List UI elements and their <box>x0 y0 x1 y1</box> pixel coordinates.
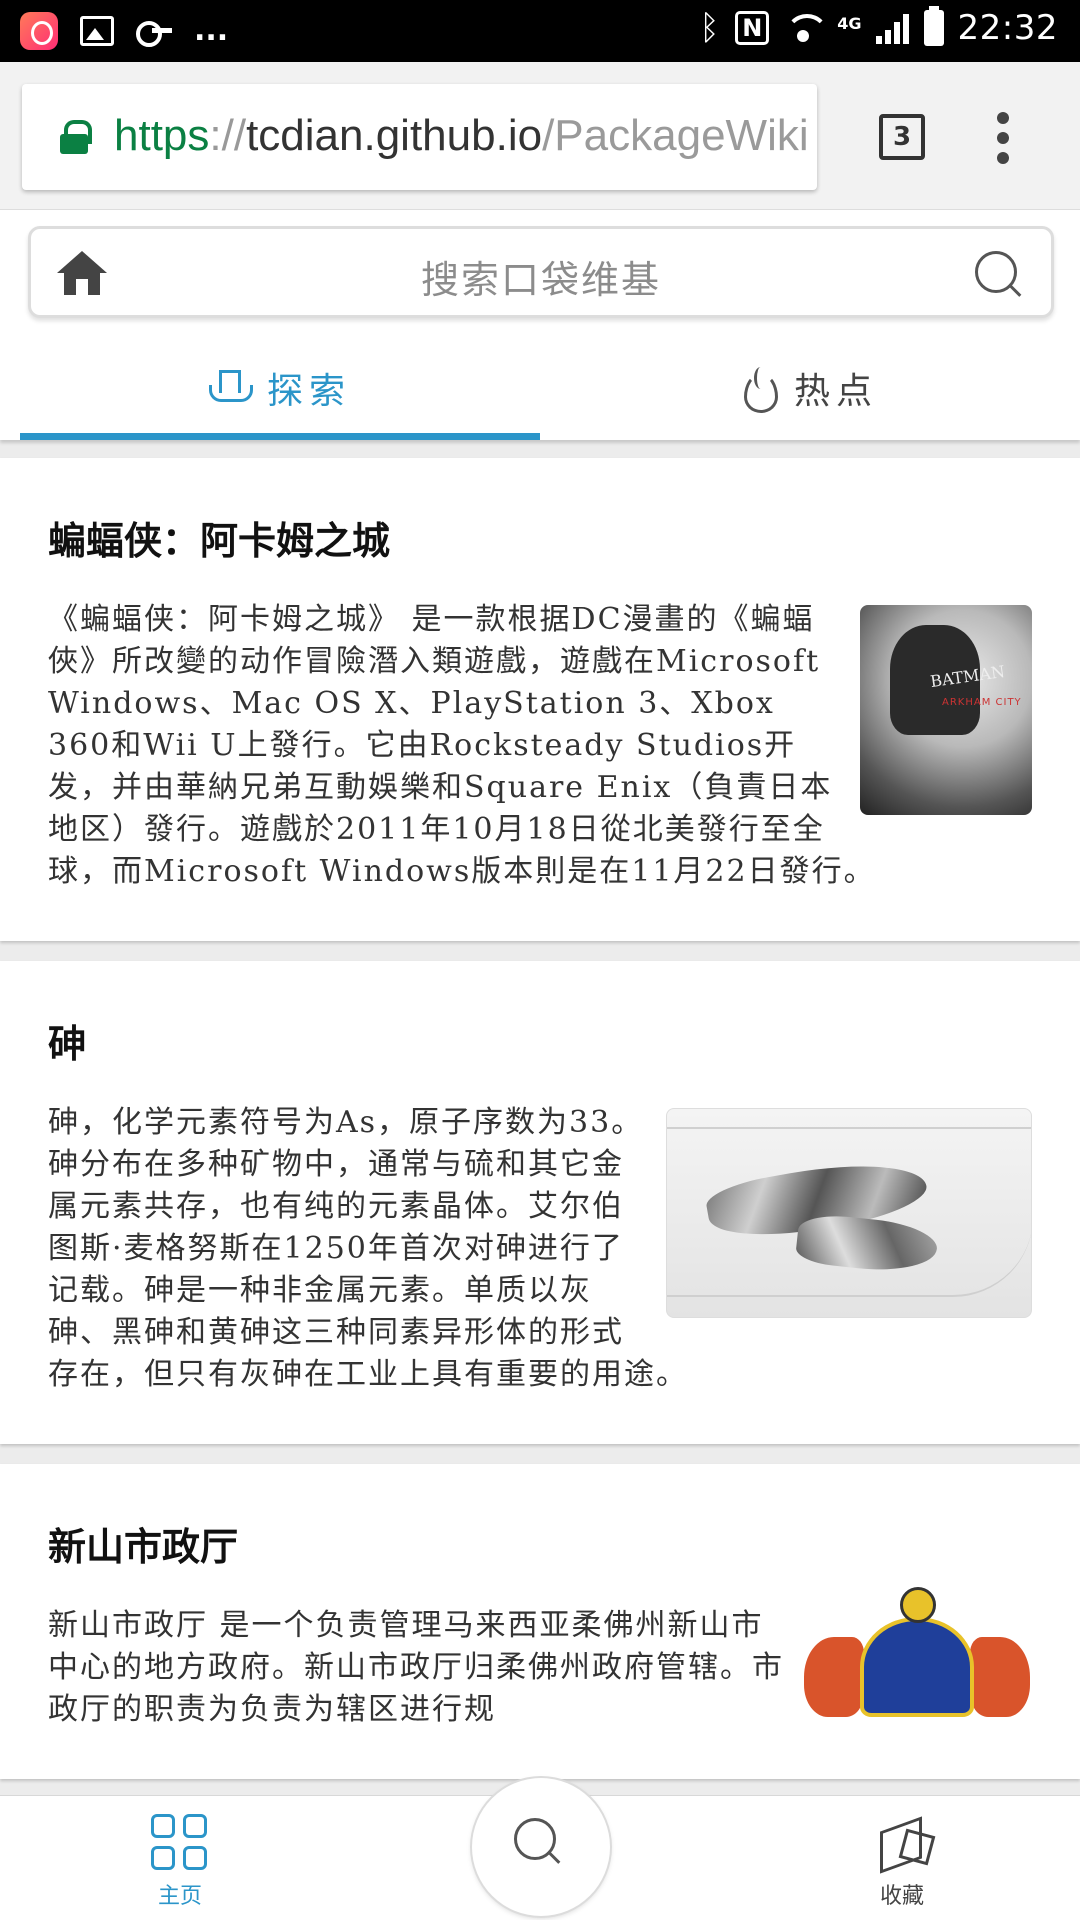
system-icons: N 4G 22:32 <box>699 6 1058 48</box>
url-text[interactable]: https://tcdian.github.io/PackageWiki <box>114 110 809 162</box>
address-bar[interactable]: https://tcdian.github.io/PackageWiki <box>22 84 817 190</box>
nav-favorites-button[interactable]: 收藏 <box>862 1812 942 1910</box>
box-icon <box>872 1812 932 1872</box>
flame-icon <box>742 366 778 413</box>
battery-icon <box>923 6 944 46</box>
grid-icon <box>151 1814 209 1872</box>
thumbnail-subtitle-text: ARKHAM CITY <box>942 697 1022 708</box>
nav-home-label: 主页 <box>157 1884 202 1909</box>
more-notifications-indicator: ... <box>194 13 229 48</box>
article-card[interactable]: 蝙蝠侠：阿卡姆之城 BATMAN ARKHAM CITY 《蝙蝠侠：阿卡姆之城》… <box>0 458 1080 941</box>
article-title[interactable]: 砷 <box>48 1013 1032 1068</box>
tab-hot-label: 热点 <box>793 370 878 412</box>
lock-icon[interactable] <box>60 120 92 154</box>
image-notification-icon <box>80 16 114 46</box>
article-feed: 蝙蝠侠：阿卡姆之城 BATMAN ARKHAM CITY 《蝙蝠侠：阿卡姆之城》… <box>0 458 1080 1799</box>
browser-toolbar: https://tcdian.github.io/PackageWiki 3 <box>0 62 1080 210</box>
tab-explore-label: 探索 <box>266 370 351 412</box>
search-bar[interactable]: 搜索口袋维基 <box>28 226 1054 318</box>
notification-icons: ... <box>20 12 228 50</box>
tab-switcher-button[interactable]: 3 <box>879 114 925 160</box>
article-thumbnail[interactable]: BATMAN ARKHAM CITY <box>860 605 1032 815</box>
search-section: 搜索口袋维基 <box>0 210 1080 335</box>
url-path: /PackageWiki <box>542 111 809 160</box>
article-thumbnail[interactable] <box>802 1587 1032 1717</box>
url-separator: :// <box>209 111 247 160</box>
search-input[interactable]: 搜索口袋维基 <box>31 249 1051 304</box>
wifi-icon <box>783 10 824 46</box>
article-title[interactable]: 新山市政厅 <box>48 1516 1032 1571</box>
signal-icon <box>875 12 910 44</box>
search-fab-button[interactable] <box>472 1778 610 1916</box>
app-notification-icon <box>20 12 58 50</box>
key-icon <box>136 21 172 47</box>
url-scheme: https <box>114 111 210 160</box>
article-thumbnail[interactable] <box>666 1108 1032 1318</box>
tab-hot[interactable]: 热点 <box>540 335 1080 440</box>
bluetooth-icon <box>699 8 721 48</box>
tab-bar: 探索 热点 <box>0 335 1080 440</box>
nav-home-button[interactable]: 主页 <box>140 1814 220 1910</box>
ship-icon <box>208 368 253 408</box>
clock: 22:32 <box>957 8 1058 48</box>
article-title[interactable]: 蝙蝠侠：阿卡姆之城 <box>48 510 1032 565</box>
article-card[interactable]: 新山市政厅 新山市政厅 是一个负责管理马来西亚柔佛州新山市中心的地方政府。新山市… <box>0 1464 1080 1779</box>
search-icon <box>514 1818 562 1866</box>
nav-favorites-label: 收藏 <box>879 1884 924 1909</box>
search-icon[interactable] <box>975 251 1023 299</box>
status-bar: ... N 4G 22:32 <box>0 0 1080 62</box>
nfc-icon: N <box>735 11 770 45</box>
overflow-menu-icon[interactable] <box>994 112 1014 164</box>
article-card[interactable]: 砷 砷，化学元素符号为As，原子序数为33。砷分布在多种矿物中，通常与硫和其它金… <box>0 961 1080 1444</box>
url-host: tcdian.github.io <box>246 111 543 160</box>
network-type: 4G <box>837 14 862 33</box>
active-tab-indicator <box>20 433 540 440</box>
tab-explore[interactable]: 探索 <box>20 335 540 440</box>
screen: ... N 4G 22:32 https://tcdian.github.io/… <box>0 0 1080 1920</box>
